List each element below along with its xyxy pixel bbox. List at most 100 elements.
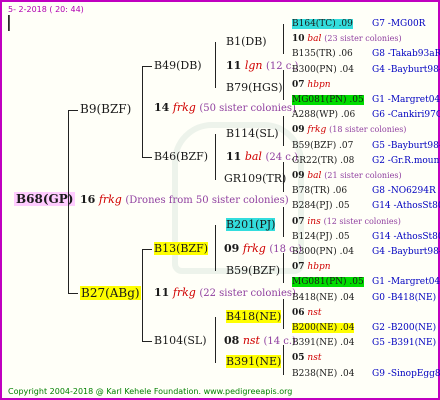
mother-top-note: (50 sister colonies) — [199, 103, 296, 114]
leaf-row: B135(TR) .06 G8 -Takab93aR — [292, 49, 440, 59]
leaf-row: 07 hbpn — [292, 80, 331, 90]
leaf-origin: G2 -B200(NE) — [372, 323, 437, 333]
leaf-origin: G2 -Gr.R.mounta — [372, 155, 440, 166]
g4-node[interactable]: B391(NE) — [226, 355, 282, 368]
leaf-label[interactable]: GR22(TR) .08 — [292, 156, 354, 166]
g3-node[interactable]: B46(BZF) — [154, 150, 208, 163]
root-drone-info: 16 frkg (Drones from 50 sister colonies) — [80, 193, 289, 206]
leaf-origin: G8 -Takab93aR — [372, 49, 440, 60]
g4-tag: nst — [242, 334, 260, 347]
leaf-label[interactable]: B164(TC) .09 — [292, 19, 353, 29]
leaf-origin: G14 -AthosSt80R — [372, 201, 440, 212]
leaf-tag: bal — [307, 34, 322, 45]
leaf-row: MG081(PN) .05 G1 -Margret04R — [292, 277, 440, 288]
leaf-row: B300(PN) .04 G4 -Bayburt98-3 — [292, 247, 440, 257]
leaf-label[interactable]: B391(NE) .04 — [292, 338, 354, 348]
connector — [142, 341, 152, 342]
leaf-num: 06 — [292, 307, 305, 318]
leaf-tag: hbpn — [307, 79, 331, 90]
g4-node[interactable]: B201(PJ) — [226, 218, 276, 231]
leaf-row: 07 hbpn — [292, 262, 331, 272]
leaf-row: B284(PJ) .05 G14 -AthosSt80R — [292, 201, 440, 211]
connector — [283, 253, 284, 283]
leaf-label[interactable]: B418(NE) .04 — [292, 293, 354, 303]
mother-bottom-drone-info: 11 frkg (22 sister colonies) — [154, 286, 296, 299]
leaf-label[interactable]: B78(TR) .06 — [292, 186, 347, 196]
leaf-origin: G5 -B391(NE) — [372, 338, 437, 349]
mother-top-frkg: frkg — [172, 101, 196, 114]
leaf-origin: G4 -Bayburt98-3 — [372, 247, 440, 257]
leaf-origin: G4 -Bayburt98-3 — [372, 64, 440, 75]
g4-drone-info: 08 nst (14 c.) — [224, 334, 296, 347]
connector — [142, 66, 152, 67]
leaf-tag: ins — [307, 216, 321, 227]
mother-top-num: 14 — [154, 101, 170, 114]
leaf-origin: G1 -Margret04R — [372, 277, 440, 288]
connector — [215, 42, 216, 88]
leaf-note: (12 sister colonies) — [323, 216, 401, 226]
leaf-label[interactable]: B200(NE) .04 — [292, 323, 355, 333]
g3-node[interactable]: B49(DB) — [154, 59, 202, 72]
leaf-origin: G8 -NO6294R — [372, 186, 436, 197]
connector — [68, 293, 78, 294]
leaf-row: B238(NE) .04 G9 -SinopEgg86R — [292, 369, 440, 379]
g4-drone-info: 09 frkg (18 c.) — [224, 242, 302, 255]
g3-node[interactable]: B104(SL) — [154, 334, 207, 347]
leaf-label[interactable]: MG081(PN) .05 — [292, 95, 364, 105]
leaf-row: GR22(TR) .08 G2 -Gr.R.mounta — [292, 156, 440, 166]
connector — [283, 299, 284, 329]
mother-top-drone-info: 14 frkg (50 sister colonies) — [154, 101, 296, 114]
g4-num: 09 — [224, 242, 240, 255]
leaf-row: 10 bal (23 sister colonies) — [292, 34, 402, 44]
leaf-tag: nst — [307, 307, 322, 318]
connector — [142, 249, 143, 341]
root-num: 16 — [80, 193, 96, 206]
g4-node[interactable]: B1(DB) — [226, 35, 267, 48]
leaf-origin: G7 -MG00R — [372, 19, 426, 29]
g4-node[interactable]: B418(NE) — [226, 310, 282, 323]
mother-top[interactable]: B9(BZF) — [80, 102, 131, 116]
leaf-row: B124(PJ) .05 G14 -AthosSt80R — [292, 232, 440, 242]
leaf-origin: G5 -Bayburt98-3 — [372, 140, 440, 151]
connector — [215, 134, 216, 180]
leaf-label[interactable]: B284(PJ) .05 — [292, 201, 350, 211]
g4-num: 11 — [226, 150, 242, 163]
leaf-label[interactable]: MG081(PN) .05 — [292, 277, 364, 288]
copyright-footer: Copyright 2004-2018 @ Karl Kehele Founda… — [8, 387, 293, 396]
g4-node[interactable]: B79(HGS) — [226, 81, 283, 94]
leaf-label[interactable]: B300(PN) .04 — [292, 65, 354, 75]
leaf-row: B78(TR) .06 G8 -NO6294R — [292, 186, 436, 196]
connector — [283, 162, 284, 192]
leaf-row: B164(TC) .09 G7 -MG00R — [292, 19, 425, 29]
leaf-label[interactable]: B124(PJ) .05 — [292, 232, 350, 242]
leaf-label[interactable]: A288(WP) .06 — [292, 110, 355, 120]
leaf-origin: G0 -B418(NE) — [372, 292, 437, 303]
connector — [283, 24, 284, 54]
g4-node[interactable]: B59(BZF) — [226, 264, 280, 277]
leaf-label[interactable]: B238(NE) .04 — [292, 369, 354, 379]
root-frkg: frkg — [98, 193, 122, 206]
root-queen[interactable]: B68(GP) — [14, 192, 76, 206]
leaf-origin: G14 -AthosSt80R — [372, 231, 440, 242]
leaf-num: 05 — [292, 353, 305, 364]
leaf-num: 07 — [292, 79, 305, 90]
leaf-row: B418(NE) .04 G0 -B418(NE) — [292, 293, 436, 303]
leaf-row: B59(BZF) .07 G5 -Bayburt98-3 — [292, 141, 440, 151]
connector — [283, 207, 284, 237]
connector — [215, 225, 216, 271]
g4-node[interactable]: B114(SL) — [226, 127, 279, 140]
leaf-label[interactable]: B59(BZF) .07 — [292, 141, 353, 151]
leaf-label[interactable]: B300(PN) .04 — [292, 247, 354, 257]
leaf-label[interactable]: B135(TR) .06 — [292, 49, 353, 59]
connector — [142, 157, 152, 158]
g3-node[interactable]: B13(BZF) — [154, 242, 209, 255]
connector — [142, 249, 152, 250]
leaf-row: 05 nst — [292, 353, 321, 363]
leaf-row: 06 nst — [292, 308, 321, 318]
mother-bottom[interactable]: B27(ABg) — [80, 286, 141, 300]
g4-num: 08 — [224, 334, 240, 347]
g4-tag: bal — [244, 150, 262, 163]
g4-num: 11 — [226, 59, 242, 72]
connector — [283, 345, 284, 375]
g4-node[interactable]: GR109(TR) — [224, 172, 286, 185]
